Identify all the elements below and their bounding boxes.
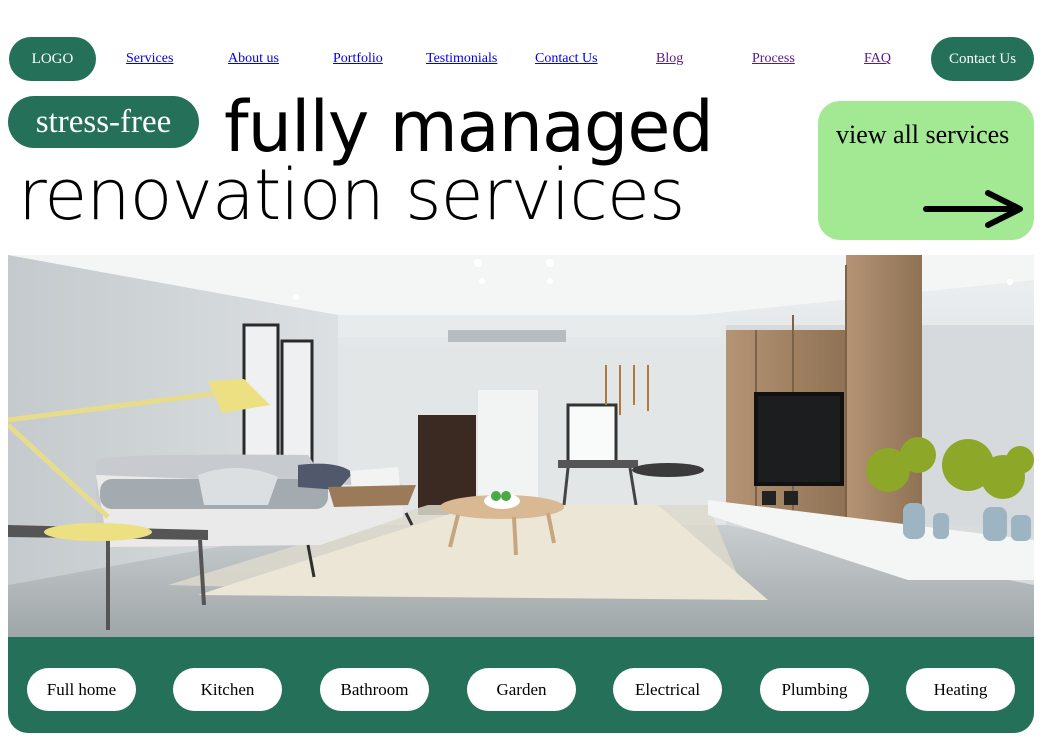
category-full-home-button[interactable]: Full home [27,668,136,711]
view-all-services-card[interactable]: view all services [818,101,1034,240]
nav-link-process[interactable]: Process [752,51,795,67]
category-garden-button[interactable]: Garden [467,668,576,711]
nav-link-contact-us[interactable]: Contact Us [535,51,598,67]
nav-link-portfolio[interactable]: Portfolio [333,51,383,67]
nav-link-about-us[interactable]: About us [228,51,279,67]
top-navigation: LOGO Services About us Portfolio Testimo… [0,0,1044,100]
contact-us-button[interactable]: Contact Us [931,37,1034,81]
stress-free-badge: stress-free [8,96,199,148]
arrow-right-icon [923,190,1023,228]
logo-button[interactable]: LOGO [9,37,96,81]
category-plumbing-button[interactable]: Plumbing [760,668,869,711]
headline-line-1: fully managed [224,86,714,168]
hero-living-room-image [8,255,1034,637]
category-electrical-button[interactable]: Electrical [613,668,722,711]
nav-link-faq[interactable]: FAQ [864,51,891,67]
headline-line-2: renovation services [18,154,685,236]
service-category-bar: Full home Kitchen Bathroom Garden Electr… [8,637,1034,733]
nav-link-services[interactable]: Services [126,51,173,67]
nav-link-testimonials[interactable]: Testimonials [426,51,497,67]
category-kitchen-button[interactable]: Kitchen [173,668,282,711]
view-all-services-label: view all services [836,120,1010,149]
category-heating-button[interactable]: Heating [906,668,1015,711]
category-bathroom-button[interactable]: Bathroom [320,668,429,711]
nav-link-blog[interactable]: Blog [656,51,683,67]
